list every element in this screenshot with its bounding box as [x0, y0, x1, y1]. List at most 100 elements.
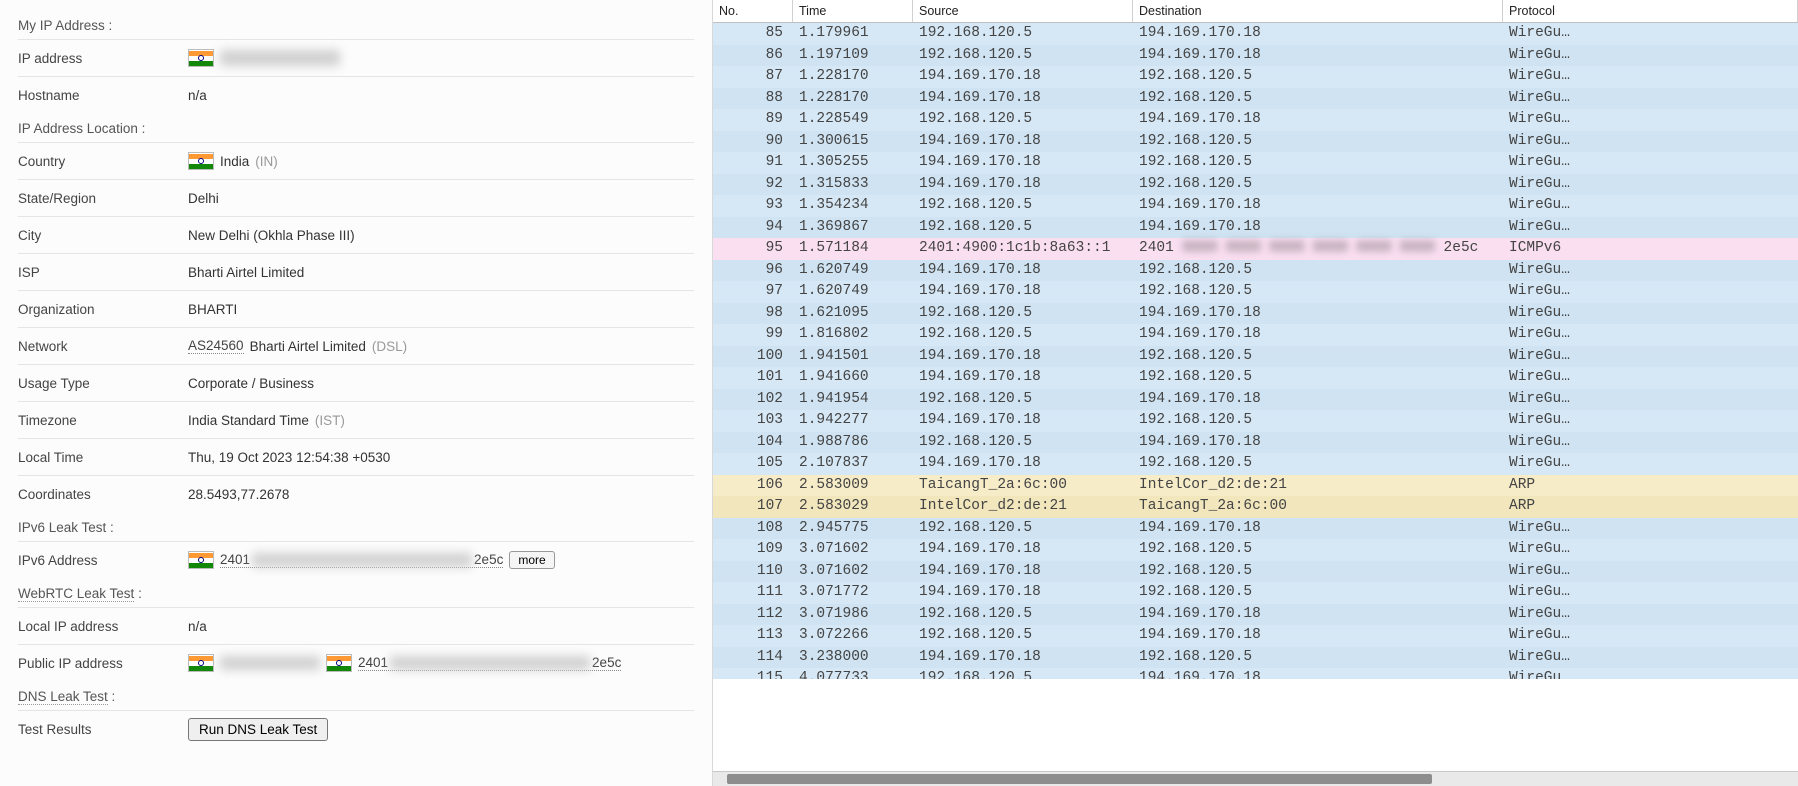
packet-row[interactable]: 1021.941954192.168.120.5194.169.170.18Wi… [713, 389, 1798, 411]
packet-no: 103 [713, 410, 793, 432]
packet-protocol: ARP [1503, 475, 1798, 497]
packet-row[interactable]: 861.197109192.168.120.5194.169.170.18Wir… [713, 45, 1798, 67]
packet-row[interactable]: 1143.238000194.169.170.18192.168.120.5Wi… [713, 647, 1798, 669]
packet-destination: 192.168.120.5 [1133, 410, 1503, 432]
packet-row[interactable]: 1123.071986192.168.120.5194.169.170.18Wi… [713, 604, 1798, 626]
packet-row[interactable]: 911.305255194.169.170.18192.168.120.5Wir… [713, 152, 1798, 174]
public-ip-label: Public IP address [18, 656, 188, 671]
packet-protocol: WireGu… [1503, 518, 1798, 540]
packet-source: 192.168.120.5 [913, 23, 1133, 45]
packet-protocol: WireGu… [1503, 303, 1798, 325]
public-ipv6-redacted: XXXX XXXX XXXX XXXX XXXX XXXX [390, 656, 590, 670]
packet-source: 194.169.170.18 [913, 66, 1133, 88]
network-type: (DSL) [372, 339, 407, 354]
state-value: Delhi [188, 191, 694, 206]
packet-source: 192.168.120.5 [913, 109, 1133, 131]
packet-row[interactable]: 881.228170194.169.170.18192.168.120.5Wir… [713, 88, 1798, 110]
packet-row[interactable]: 971.620749194.169.170.18192.168.120.5Wir… [713, 281, 1798, 303]
packet-no: 89 [713, 109, 793, 131]
packet-source: TaicangT_2a:6c:00 [913, 475, 1133, 497]
header-destination[interactable]: Destination [1133, 0, 1503, 22]
row-organization: Organization BHARTI [18, 290, 694, 327]
packet-table-body[interactable]: 851.179961192.168.120.5194.169.170.18Wir… [713, 23, 1798, 771]
packet-protocol: WireGu… [1503, 625, 1798, 647]
header-time[interactable]: Time [793, 0, 913, 22]
ipv6-suffix: 2e5c [474, 552, 503, 567]
packet-time: 1.305255 [793, 152, 913, 174]
packet-row[interactable]: 1031.942277194.169.170.18192.168.120.5Wi… [713, 410, 1798, 432]
packet-no: 99 [713, 324, 793, 346]
packet-time: 1.197109 [793, 45, 913, 67]
header-no[interactable]: No. [713, 0, 793, 22]
packet-destination: 194.169.170.18 [1133, 303, 1503, 325]
packet-row[interactable]: 1082.945775192.168.120.5194.169.170.18Wi… [713, 518, 1798, 540]
packet-table-header[interactable]: No. Time Source Destination Protocol [713, 0, 1798, 23]
packet-row[interactable]: 1072.583029IntelCor_d2:de:21TaicangT_2a:… [713, 496, 1798, 518]
row-country: Country India (IN) [18, 142, 694, 179]
packet-row[interactable]: 1154.077733192.168.120.5194.169.170.18Wi… [713, 668, 1798, 679]
packet-row[interactable]: 1093.071602194.169.170.18192.168.120.5Wi… [713, 539, 1798, 561]
more-button[interactable]: more [509, 551, 554, 569]
row-usage-type: Usage Type Corporate / Business [18, 364, 694, 401]
dns-title-text: DNS Leak Test [18, 689, 108, 705]
packet-destination: 192.168.120.5 [1133, 152, 1503, 174]
row-isp: ISP Bharti Airtel Limited [18, 253, 694, 290]
packet-row[interactable]: 1133.072266192.168.120.5194.169.170.18Wi… [713, 625, 1798, 647]
packet-row[interactable]: 1001.941501194.169.170.18192.168.120.5Wi… [713, 346, 1798, 368]
packet-destination: 192.168.120.5 [1133, 260, 1503, 282]
run-dns-leak-test-button[interactable]: Run DNS Leak Test [188, 718, 328, 741]
state-label: State/Region [18, 191, 188, 206]
packet-row[interactable]: 921.315833194.169.170.18192.168.120.5Wir… [713, 174, 1798, 196]
scrollbar-thumb[interactable] [727, 774, 1432, 784]
packet-row[interactable]: 981.621095192.168.120.5194.169.170.18Wir… [713, 303, 1798, 325]
row-network: Network AS24560 Bharti Airtel Limited (D… [18, 327, 694, 364]
packet-row[interactable]: 1041.988786192.168.120.5194.169.170.18Wi… [713, 432, 1798, 454]
packet-time: 3.071602 [793, 561, 913, 583]
header-protocol[interactable]: Protocol [1503, 0, 1798, 22]
packet-source: 2401:4900:1c1b:8a63::1 [913, 238, 1133, 260]
india-flag-icon [188, 654, 214, 672]
packet-time: 1.941954 [793, 389, 913, 411]
packet-row[interactable]: 941.369867192.168.120.5194.169.170.18Wir… [713, 217, 1798, 239]
horizontal-scrollbar[interactable] [713, 771, 1798, 786]
packet-row[interactable]: 1062.583009TaicangT_2a:6c:00IntelCor_d2:… [713, 475, 1798, 497]
packet-destination: 192.168.120.5 [1133, 367, 1503, 389]
packet-row[interactable]: 1011.941660194.169.170.18192.168.120.5Wi… [713, 367, 1798, 389]
test-results-label: Test Results [18, 722, 188, 737]
packet-row[interactable]: 961.620749194.169.170.18192.168.120.5Wir… [713, 260, 1798, 282]
packet-destination: 2401 XXXX XXXX XXXX XXXX XXXX XXXX 2e5c [1133, 238, 1503, 260]
ipv6-redacted: XXXX XXXX XXXX XXXX XXXX XXXX [252, 553, 472, 567]
packet-row[interactable]: 1113.071772194.169.170.18192.168.120.5Wi… [713, 582, 1798, 604]
packet-protocol: WireGu… [1503, 432, 1798, 454]
packet-row[interactable]: 951.5711842401:4900:1c1b:8a63::12401 XXX… [713, 238, 1798, 260]
public-ipv6-suffix: 2e5c [592, 655, 621, 670]
packet-no: 87 [713, 66, 793, 88]
packet-destination: 192.168.120.5 [1133, 453, 1503, 475]
packet-destination: 194.169.170.18 [1133, 668, 1503, 679]
packet-row[interactable]: 1103.071602194.169.170.18192.168.120.5Wi… [713, 561, 1798, 583]
packet-time: 1.228549 [793, 109, 913, 131]
usage-type-label: Usage Type [18, 376, 188, 391]
header-source[interactable]: Source [913, 0, 1133, 22]
packet-destination: 194.169.170.18 [1133, 432, 1503, 454]
packet-no: 110 [713, 561, 793, 583]
packet-row[interactable]: 871.228170194.169.170.18192.168.120.5Wir… [713, 66, 1798, 88]
packet-row[interactable]: 891.228549192.168.120.5194.169.170.18Wir… [713, 109, 1798, 131]
packet-source: 194.169.170.18 [913, 561, 1133, 583]
packet-row[interactable]: 901.300615194.169.170.18192.168.120.5Wir… [713, 131, 1798, 153]
network-as-link[interactable]: AS24560 [188, 338, 244, 354]
packet-capture-panel: No. Time Source Destination Protocol 851… [712, 0, 1798, 786]
packet-source: 194.169.170.18 [913, 453, 1133, 475]
packet-time: 3.071602 [793, 539, 913, 561]
packet-row[interactable]: 991.816802192.168.120.5194.169.170.18Wir… [713, 324, 1798, 346]
public-ip-v6-link[interactable]: 2401XXXX XXXX XXXX XXXX XXXX XXXX2e5c [358, 655, 621, 671]
country-value: India [220, 154, 249, 169]
packet-row[interactable]: 931.354234192.168.120.5194.169.170.18Wir… [713, 195, 1798, 217]
country-code: (IN) [255, 154, 278, 169]
packet-source: 192.168.120.5 [913, 303, 1133, 325]
packet-row[interactable]: 1052.107837194.169.170.18192.168.120.5Wi… [713, 453, 1798, 475]
packet-time: 2.583009 [793, 475, 913, 497]
packet-time: 4.077733 [793, 668, 913, 679]
ipv6-address-link[interactable]: 2401XXXX XXXX XXXX XXXX XXXX XXXX2e5c [220, 552, 503, 568]
packet-row[interactable]: 851.179961192.168.120.5194.169.170.18Wir… [713, 23, 1798, 45]
